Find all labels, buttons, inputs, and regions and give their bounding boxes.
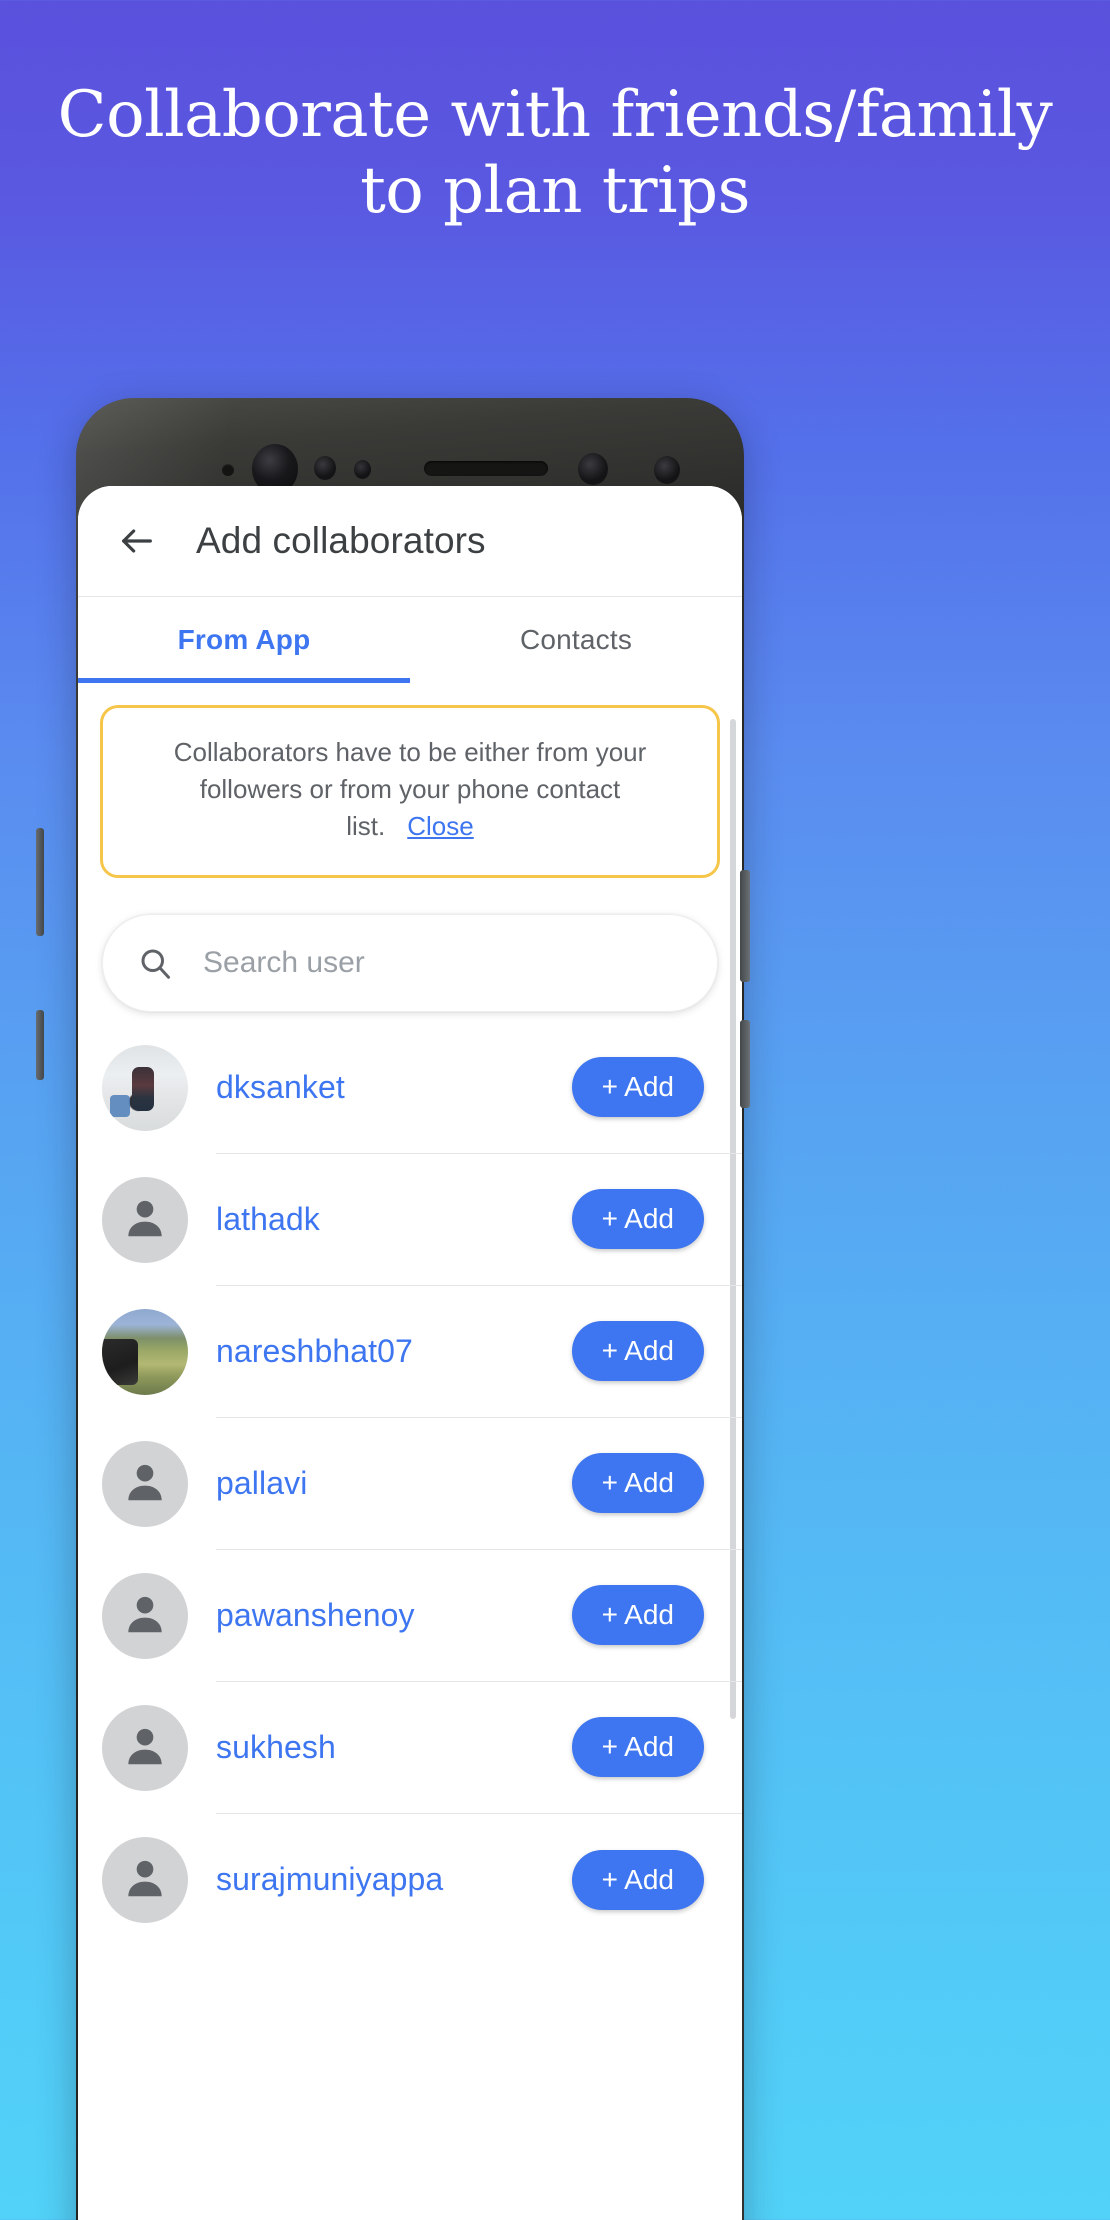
list-item-body: pawanshenoy + Add bbox=[216, 1550, 742, 1682]
add-user-button[interactable]: + Add bbox=[571, 1717, 704, 1778]
list-item-body: dksanket + Add bbox=[216, 1022, 742, 1154]
person-placeholder-icon bbox=[120, 1852, 170, 1907]
person-placeholder-icon bbox=[120, 1588, 170, 1643]
back-arrow-icon bbox=[117, 521, 157, 561]
list-item[interactable]: pawanshenoy + Add bbox=[102, 1550, 742, 1682]
list-item[interactable]: surajmuniyappa + Add bbox=[102, 1814, 742, 1946]
add-user-button[interactable]: + Add bbox=[571, 1321, 704, 1382]
username-link[interactable]: dksanket bbox=[216, 1069, 345, 1106]
list-item-body: sukhesh + Add bbox=[216, 1682, 742, 1814]
avatar bbox=[102, 1176, 188, 1263]
list-item[interactable]: lathadk + Add bbox=[102, 1154, 742, 1286]
person-placeholder-icon bbox=[120, 1720, 170, 1775]
person-placeholder-icon bbox=[120, 1456, 170, 1511]
phone-mockup: Add collaborators From App Contacts Coll… bbox=[76, 398, 744, 2220]
tab-bar: From App Contacts bbox=[78, 597, 742, 683]
left-side-button-2[interactable] bbox=[36, 1010, 44, 1080]
volume-button[interactable] bbox=[740, 870, 750, 982]
avatar bbox=[102, 1836, 188, 1923]
search-icon bbox=[133, 941, 177, 985]
front-sensor-four-icon bbox=[578, 453, 608, 485]
avatar bbox=[102, 1308, 188, 1395]
phone-screen: Add collaborators From App Contacts Coll… bbox=[78, 486, 742, 2220]
avatar bbox=[102, 1704, 188, 1791]
back-button[interactable] bbox=[108, 512, 166, 570]
avatar bbox=[102, 1440, 188, 1527]
list-item[interactable]: sukhesh + Add bbox=[102, 1682, 742, 1814]
list-item-body: lathadk + Add bbox=[216, 1154, 742, 1286]
add-user-button[interactable]: + Add bbox=[571, 1057, 704, 1118]
username-link[interactable]: lathadk bbox=[216, 1201, 320, 1238]
app-bar: Add collaborators bbox=[78, 486, 742, 596]
list-item[interactable]: dksanket + Add bbox=[102, 1022, 742, 1154]
list-item-body: nareshbhat07 + Add bbox=[216, 1286, 742, 1418]
username-link[interactable]: sukhesh bbox=[216, 1729, 336, 1766]
username-link[interactable]: surajmuniyappa bbox=[216, 1861, 443, 1898]
left-side-button-1[interactable] bbox=[36, 828, 44, 936]
avatar bbox=[102, 1572, 188, 1659]
username-link[interactable]: pallavi bbox=[216, 1465, 307, 1502]
add-user-button[interactable]: + Add bbox=[571, 1453, 704, 1514]
username-link[interactable]: pawanshenoy bbox=[216, 1597, 415, 1634]
earpiece-speaker bbox=[424, 461, 548, 476]
search-input[interactable] bbox=[203, 945, 687, 980]
page-title: Add collaborators bbox=[196, 520, 486, 561]
username-link[interactable]: nareshbhat07 bbox=[216, 1333, 413, 1370]
promo-headline: Collaborate with friends/family to plan … bbox=[57, 78, 1053, 228]
front-sensor-five-icon bbox=[654, 456, 680, 484]
add-user-button[interactable]: + Add bbox=[571, 1585, 704, 1646]
avatar bbox=[102, 1044, 188, 1131]
tab-contacts[interactable]: Contacts bbox=[410, 597, 742, 683]
tab-from-app[interactable]: From App bbox=[78, 597, 410, 683]
info-banner-close-link[interactable]: Close bbox=[407, 811, 473, 841]
list-item-body: pallavi + Add bbox=[216, 1418, 742, 1550]
add-user-button[interactable]: + Add bbox=[571, 1189, 704, 1250]
proximity-sensor-icon bbox=[222, 464, 234, 476]
front-sensor-three-icon bbox=[354, 460, 371, 479]
power-button[interactable] bbox=[740, 1020, 750, 1108]
info-banner: Collaborators have to be either from you… bbox=[100, 705, 720, 878]
search-bar[interactable] bbox=[102, 913, 718, 1012]
person-placeholder-icon bbox=[120, 1192, 170, 1247]
front-sensor-two-icon bbox=[314, 456, 336, 480]
list-item[interactable]: pallavi + Add bbox=[102, 1418, 742, 1550]
add-user-button[interactable]: + Add bbox=[571, 1849, 704, 1910]
list-item-body: surajmuniyappa + Add bbox=[216, 1814, 742, 1946]
content-area: Collaborators have to be either from you… bbox=[78, 705, 742, 2220]
user-list: dksanket + Add lathadk + Add nareshbhat0… bbox=[78, 1022, 742, 1946]
list-item[interactable]: nareshbhat07 + Add bbox=[102, 1286, 742, 1418]
tab-active-indicator bbox=[78, 678, 410, 683]
